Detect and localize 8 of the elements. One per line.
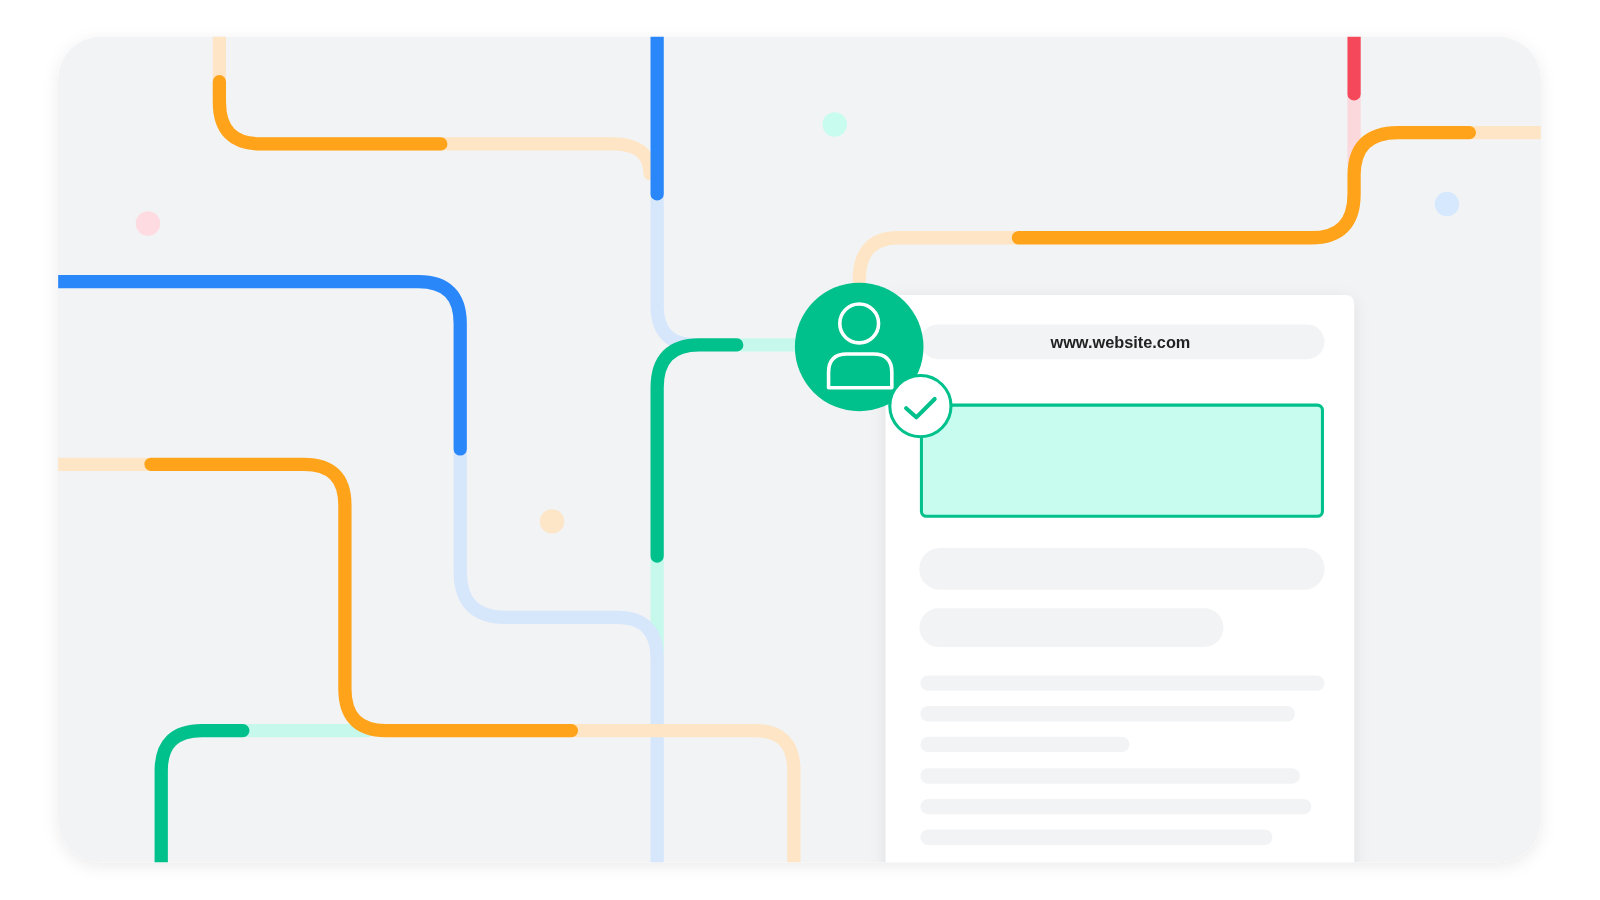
dot	[135, 211, 161, 236]
checkmark-icon	[888, 374, 953, 439]
dot	[539, 509, 565, 534]
route-line	[1347, 36, 1361, 101]
dot	[1434, 191, 1460, 217]
url-text: www.website.com	[1050, 332, 1191, 351]
dot	[822, 112, 847, 137]
user-avatar-icon	[794, 282, 924, 412]
